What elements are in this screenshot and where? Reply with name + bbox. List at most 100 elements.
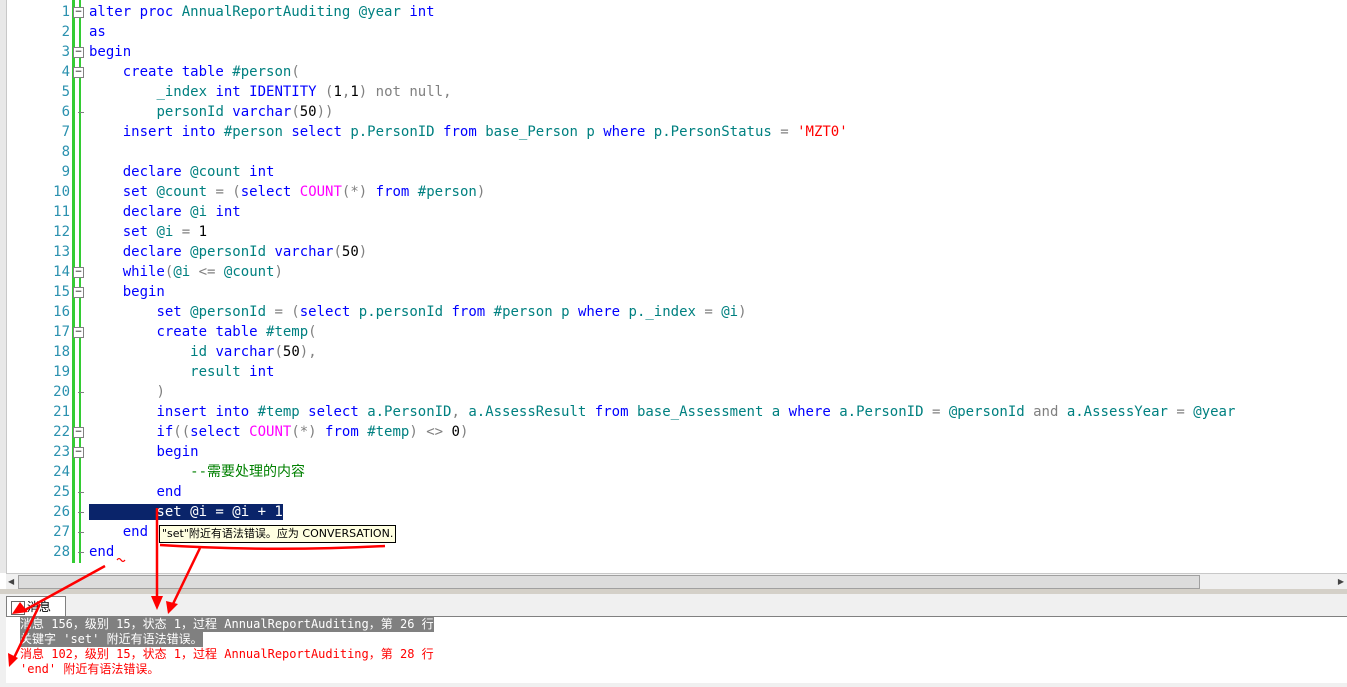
error-message-text[interactable]: 'end' 附近有语法错误。 bbox=[20, 662, 159, 677]
error-message-header[interactable]: 消息 102，级别 15，状态 1，过程 AnnualReportAuditin… bbox=[20, 647, 434, 662]
tab-messages[interactable]: 消息 bbox=[6, 596, 66, 617]
code-text[interactable]: insert into #person select p.PersonID fr… bbox=[89, 122, 848, 142]
code-text[interactable]: _index int IDENTITY (1,1) not null, bbox=[89, 82, 451, 102]
fold-end-marker bbox=[78, 392, 84, 393]
code-text[interactable]: id varchar(50), bbox=[89, 342, 316, 362]
code-text[interactable]: declare @i int bbox=[89, 202, 241, 222]
error-message-text[interactable]: 关键字 'set' 附近有语法错误。 bbox=[20, 632, 203, 647]
line-number: 3 bbox=[61, 44, 70, 60]
code-line[interactable]: 17− create table #temp( bbox=[0, 322, 1347, 342]
messages-panel: 消息 156，级别 15，状态 1，过程 AnnualReportAuditin… bbox=[6, 616, 1347, 683]
scroll-right-icon[interactable]: ▶ bbox=[1338, 577, 1344, 586]
code-text[interactable]: declare @count int bbox=[89, 162, 275, 182]
line-number: 22 bbox=[53, 424, 70, 440]
code-line[interactable]: 4− create table #person( bbox=[0, 62, 1347, 82]
scrollbar-thumb[interactable] bbox=[18, 575, 1200, 589]
code-line[interactable]: 7 insert into #person select p.PersonID … bbox=[0, 122, 1347, 142]
code-text[interactable]: set @i = @i + 1 bbox=[89, 502, 283, 522]
line-number: 10 bbox=[53, 184, 70, 200]
code-line[interactable]: 22− if((select COUNT(*) from #temp) <> 0… bbox=[0, 422, 1347, 442]
line-number: 14 bbox=[53, 264, 70, 280]
code-line[interactable]: 28 end bbox=[0, 542, 1347, 562]
code-text[interactable]: begin bbox=[89, 42, 131, 62]
fold-end-marker bbox=[78, 552, 84, 553]
code-text[interactable]: set @personId = (select p.personId from … bbox=[89, 302, 746, 322]
line-number: 5 bbox=[61, 84, 70, 100]
code-text[interactable]: begin bbox=[89, 442, 198, 462]
code-line[interactable]: 11 declare @i int bbox=[0, 202, 1347, 222]
scroll-left-icon[interactable]: ◀ bbox=[8, 577, 14, 586]
error-message-header[interactable]: 消息 156，级别 15，状态 1，过程 AnnualReportAuditin… bbox=[20, 617, 434, 632]
code-text[interactable]: set @count = (select COUNT(*) from #pers… bbox=[89, 182, 486, 202]
line-number: 13 bbox=[53, 244, 70, 260]
code-line[interactable]: 13 declare @personId varchar(50) bbox=[0, 242, 1347, 262]
code-line[interactable]: 15− begin bbox=[0, 282, 1347, 302]
line-number: 27 bbox=[53, 524, 70, 540]
code-text[interactable]: end bbox=[89, 522, 148, 542]
line-number: 12 bbox=[53, 224, 70, 240]
code-text[interactable]: personId varchar(50)) bbox=[89, 102, 333, 122]
line-number: 2 bbox=[61, 24, 70, 40]
line-number: 24 bbox=[53, 464, 70, 480]
syntax-error-tooltip: "set"附近有语法错误。应为 CONVERSATION. bbox=[159, 525, 397, 543]
code-line[interactable]: 23− begin bbox=[0, 442, 1347, 462]
fold-end-marker bbox=[78, 112, 84, 113]
fold-end-marker bbox=[78, 532, 84, 533]
code-line[interactable]: 3− begin bbox=[0, 42, 1347, 62]
collapse-icon[interactable]: − bbox=[73, 327, 84, 338]
code-line[interactable]: 5 _index int IDENTITY (1,1) not null, bbox=[0, 82, 1347, 102]
code-text[interactable]: ) bbox=[89, 382, 164, 402]
collapse-icon[interactable]: − bbox=[73, 427, 84, 438]
code-text[interactable]: --需要处理的内容 bbox=[89, 462, 305, 482]
code-text[interactable]: create table #temp( bbox=[89, 322, 316, 342]
code-line[interactable]: 2 as bbox=[0, 22, 1347, 42]
code-line[interactable]: 21 insert into #temp select a.PersonID, … bbox=[0, 402, 1347, 422]
code-line[interactable]: 19 result int bbox=[0, 362, 1347, 382]
code-text[interactable]: insert into #temp select a.PersonID, a.A… bbox=[89, 402, 1235, 422]
line-number: 15 bbox=[53, 284, 70, 300]
code-line[interactable]: 18 id varchar(50), bbox=[0, 342, 1347, 362]
line-number: 25 bbox=[53, 484, 70, 500]
horizontal-scrollbar[interactable]: ◀ ▶ bbox=[6, 573, 1347, 589]
code-text[interactable]: declare @personId varchar(50) bbox=[89, 242, 367, 262]
collapse-icon[interactable]: − bbox=[73, 67, 84, 78]
code-line[interactable]: 10 set @count = (select COUNT(*) from #p… bbox=[0, 182, 1347, 202]
collapse-icon[interactable]: − bbox=[73, 287, 84, 298]
code-line[interactable]: 24 --需要处理的内容 bbox=[0, 462, 1347, 482]
line-number: 18 bbox=[53, 344, 70, 360]
code-text[interactable]: alter proc AnnualReportAuditing @year in… bbox=[89, 2, 435, 22]
code-line[interactable]: 25 end bbox=[0, 482, 1347, 502]
collapse-icon[interactable]: − bbox=[73, 447, 84, 458]
code-line[interactable]: 9 declare @count int bbox=[0, 162, 1347, 182]
code-line[interactable]: 14− while(@i <= @count) bbox=[0, 262, 1347, 282]
collapse-icon[interactable]: − bbox=[73, 47, 84, 58]
collapse-icon[interactable]: − bbox=[73, 267, 84, 278]
code-line[interactable]: 6 personId varchar(50)) bbox=[0, 102, 1347, 122]
line-number: 19 bbox=[53, 364, 70, 380]
code-text[interactable]: begin bbox=[89, 282, 165, 302]
code-text[interactable]: create table #person( bbox=[89, 62, 300, 82]
sql-editor[interactable]: 1− alter proc AnnualReportAuditing @year … bbox=[0, 0, 1347, 573]
line-number: 11 bbox=[53, 204, 70, 220]
line-number: 23 bbox=[53, 444, 70, 460]
code-text[interactable]: if((select COUNT(*) from #temp) <> 0) bbox=[89, 422, 468, 442]
code-text[interactable]: end bbox=[89, 482, 181, 502]
fold-end-marker bbox=[78, 512, 84, 513]
code-line[interactable]: 20 ) bbox=[0, 382, 1347, 402]
line-number: 20 bbox=[53, 384, 70, 400]
line-number: 17 bbox=[53, 324, 70, 340]
code-line[interactable]: 12 set @i = 1 bbox=[0, 222, 1347, 242]
code-text[interactable]: while(@i <= @count) bbox=[89, 262, 283, 282]
code-text[interactable]: result int bbox=[89, 362, 274, 382]
collapse-icon[interactable]: − bbox=[73, 7, 84, 18]
code-line[interactable]: 1− alter proc AnnualReportAuditing @year … bbox=[0, 2, 1347, 22]
code-text[interactable]: as bbox=[89, 22, 106, 42]
code-line[interactable]: 26 set @i = @i + 1 bbox=[0, 502, 1347, 522]
code-text[interactable]: set @i = 1 bbox=[89, 222, 207, 242]
line-number: 21 bbox=[53, 404, 70, 420]
code-text[interactable]: end bbox=[89, 542, 114, 562]
code-line[interactable]: 8 bbox=[0, 142, 1347, 162]
line-number: 6 bbox=[61, 104, 70, 120]
line-number: 26 bbox=[53, 504, 70, 520]
code-line[interactable]: 16 set @personId = (select p.personId fr… bbox=[0, 302, 1347, 322]
